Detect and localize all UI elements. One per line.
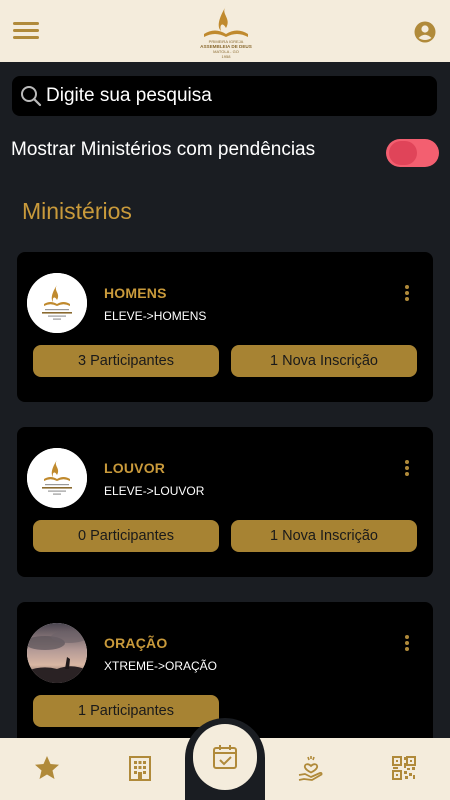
ministry-avatar	[27, 448, 87, 508]
more-options-icon[interactable]	[399, 283, 415, 303]
new-signups-button[interactable]: 1 Nova Inscrição	[231, 345, 417, 377]
ministry-name: ORAÇÃO	[104, 635, 168, 651]
star-icon[interactable]	[32, 753, 62, 783]
top-app-bar: PRIMEIRA IGREJA ASSEMBLEIA DE DEUS MATOL…	[0, 0, 450, 62]
new-signups-button[interactable]: 1 Nova Inscrição	[231, 520, 417, 552]
search-input[interactable]	[46, 76, 426, 116]
more-options-icon[interactable]	[399, 458, 415, 478]
user-account-icon[interactable]	[414, 21, 436, 43]
ministry-card[interactable]: HOMENS ELEVE->HOMENS 3 Participantes 1 N…	[17, 252, 433, 402]
ministry-path: XTREME->ORAÇÃO	[104, 659, 218, 673]
pending-filter-label: Mostrar Ministérios com pendências	[11, 139, 316, 160]
heart-hand-icon[interactable]	[296, 753, 326, 783]
ministry-avatar	[27, 623, 87, 683]
ministry-name: LOUVOR	[104, 460, 166, 476]
pending-filter-toggle[interactable]	[386, 139, 439, 167]
search-bar	[12, 76, 437, 116]
logo-line-4: 1958	[222, 54, 232, 59]
hamburger-menu-icon[interactable]	[13, 20, 39, 40]
more-options-icon[interactable]	[399, 633, 415, 653]
section-title: Ministérios	[22, 198, 132, 224]
calendar-check-icon[interactable]	[193, 724, 257, 790]
ministry-path: ELEVE->LOUVOR	[104, 484, 205, 498]
church-logo: PRIMEIRA IGREJA ASSEMBLEIA DE DEUS MATOL…	[190, 4, 262, 60]
ministry-name: HOMENS	[104, 285, 167, 301]
participants-button[interactable]: 0 Participantes	[33, 520, 219, 552]
search-icon	[21, 86, 42, 107]
building-icon[interactable]	[125, 753, 155, 783]
ministry-path: ELEVE->HOMENS	[104, 309, 207, 323]
ministry-card[interactable]: LOUVOR ELEVE->LOUVOR 0 Participantes 1 N…	[17, 427, 433, 577]
ministry-avatar	[27, 273, 87, 333]
participants-button[interactable]: 1 Participantes	[33, 695, 219, 727]
participants-button[interactable]: 3 Participantes	[33, 345, 219, 377]
qr-code-icon[interactable]	[389, 753, 419, 783]
